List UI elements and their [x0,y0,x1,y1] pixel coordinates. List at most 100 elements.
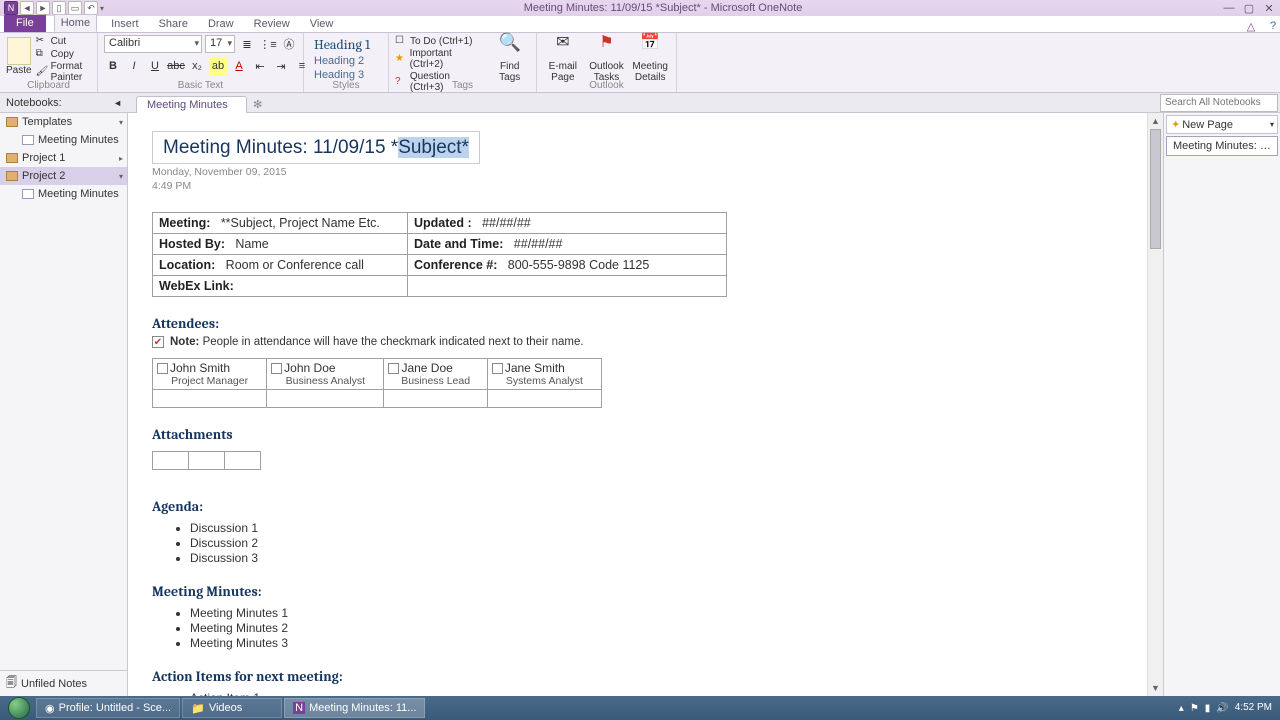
attendee-cell[interactable]: Jane SmithSystems Analyst [487,359,601,390]
bullets-button[interactable]: ≣ [238,35,256,53]
checked-checkbox-icon[interactable]: ✔ [152,336,164,348]
tray-flag-icon[interactable]: ⚑ [1190,703,1199,714]
attendee-cell[interactable]: John SmithProject Manager [153,359,267,390]
notebook-item[interactable]: Project 1 [0,149,127,167]
list-item[interactable]: Discussion 1 [190,521,1139,535]
indent-button[interactable]: ⇥ [272,57,290,75]
clear-formatting-button[interactable]: Ⓐ [280,35,298,53]
attachments-table[interactable] [152,451,261,470]
page-list-current[interactable]: Meeting Minutes: 11/09/15 *Su [1166,136,1278,156]
agenda-list[interactable]: Discussion 1Discussion 2Discussion 3 [190,521,1139,565]
subscript-button[interactable]: x₂ [188,57,206,75]
checkbox-icon[interactable] [388,363,399,374]
notebook-item[interactable]: Project 2 [0,167,127,185]
unfiled-notes-button[interactable]: 🗐 Unfiled Notes [0,670,127,696]
list-item[interactable]: Meeting Minutes 1 [190,606,1139,620]
fullscreen-button[interactable]: ▭ [68,1,82,15]
tray-up-icon[interactable]: ▴ [1179,703,1184,714]
undo-button[interactable]: ↶ [84,1,98,15]
list-item[interactable]: Meeting Minutes 2 [190,621,1139,635]
section-tab-meeting-minutes[interactable]: Meeting Minutes [136,96,247,113]
email-page-button[interactable]: ✉ E-mail Page [543,35,583,83]
scroll-down-arrow[interactable]: ▼ [1148,680,1163,696]
back-button[interactable]: ◄ [20,1,34,15]
tab-insert[interactable]: Insert [105,16,145,32]
onenote-task-icon: N [293,702,305,714]
cut-button[interactable]: ✂Cut [36,35,91,47]
paste-button[interactable]: Paste [6,35,32,76]
font-color-button[interactable]: A [230,57,248,75]
page-item[interactable]: Meeting Minutes [0,185,127,203]
file-tab[interactable]: File [4,15,46,32]
list-item[interactable]: Discussion 2 [190,536,1139,550]
page-item[interactable]: Meeting Minutes [0,131,127,149]
close-button[interactable]: ✕ [1262,2,1276,14]
help-button[interactable]: ? [1266,20,1280,32]
outdent-button[interactable]: ⇤ [251,57,269,75]
scroll-thumb[interactable] [1150,129,1161,249]
minimize-button[interactable]: — [1222,2,1236,14]
attendee-cell[interactable]: John DoeBusiness Analyst [267,359,384,390]
notebook-icon [6,171,18,181]
dock-button[interactable]: ▯ [52,1,66,15]
strike-button[interactable]: abc [167,57,185,75]
attendee-cell[interactable]: Jane DoeBusiness Lead [384,359,487,390]
numbering-button[interactable]: ⋮≡ [259,35,277,53]
bold-button[interactable]: B [104,57,122,75]
tag-important[interactable]: ★Important (Ctrl+2) [395,48,485,70]
forward-button[interactable]: ► [36,1,50,15]
start-button[interactable] [4,696,34,720]
copy-button[interactable]: ⧉Copy [36,48,91,60]
search-input[interactable] [1160,94,1278,112]
notebook-item[interactable]: Templates [0,113,127,131]
tag-todo[interactable]: ☐To Do (Ctrl+1) [395,35,485,47]
notebooks-header[interactable]: Notebooks:◄ [0,97,128,109]
outlook-tasks-button[interactable]: ⚑ Outlook Tasks [587,35,627,83]
search-box[interactable] [1160,94,1278,112]
list-item[interactable]: Discussion 3 [190,551,1139,565]
new-page-button[interactable]: ✦ New Page [1166,115,1278,134]
page-title-container[interactable]: Meeting Minutes: 11/09/15 *Subject* [152,131,480,164]
tab-review[interactable]: Review [248,16,296,32]
clock[interactable]: 4:52 PM [1235,703,1272,713]
checkbox-icon[interactable] [492,363,503,374]
checkbox-icon: ☐ [395,35,407,47]
tab-share[interactable]: Share [153,16,194,32]
brush-icon: 🖌 [36,66,48,78]
page-title[interactable]: Meeting Minutes: 11/09/15 *Subject* [163,136,469,159]
list-item[interactable]: Meeting Minutes 3 [190,636,1139,650]
style-heading2[interactable]: Heading 2 [310,54,368,68]
find-tags-button[interactable]: 🔍 Find Tags [489,35,530,83]
sparkle-icon: ✦ [1171,118,1180,131]
tab-view[interactable]: View [304,16,340,32]
scroll-up-arrow[interactable]: ▲ [1148,113,1163,129]
page-canvas[interactable]: Meeting Minutes: 11/09/15 *Subject* Mond… [128,113,1164,696]
minutes-list[interactable]: Meeting Minutes 1Meeting Minutes 2Meetin… [190,606,1139,650]
highlight-button[interactable]: ab [209,57,227,75]
meeting-info-table[interactable]: Meeting: **Subject, Project Name Etc. Up… [152,212,727,297]
add-section-button[interactable]: ✻ [249,97,267,113]
italic-button[interactable]: I [125,57,143,75]
checkbox-icon[interactable] [157,363,168,374]
selected-text[interactable]: Subject* [398,137,469,158]
tray-sound-icon[interactable]: 🔊 [1216,703,1228,714]
attendees-heading: Attendees: [152,315,1139,332]
taskbar-item-2[interactable]: NMeeting Minutes: 11... [284,698,425,718]
taskbar-item-0[interactable]: ◉Profile: Untitled - Sce... [36,698,180,718]
checkbox-icon[interactable] [271,363,282,374]
system-tray[interactable]: ▴ ⚑ ▮ 🔊 4:52 PM [1179,703,1276,714]
attendees-table[interactable]: John SmithProject ManagerJohn DoeBusines… [152,358,602,408]
tab-draw[interactable]: Draw [202,16,240,32]
tray-network-icon[interactable]: ▮ [1205,703,1211,714]
maximize-button[interactable]: ▢ [1242,2,1256,14]
minimize-ribbon-button[interactable]: △ [1244,20,1258,32]
font-name-combo[interactable]: Calibri [104,35,202,53]
vertical-scrollbar[interactable]: ▲ ▼ [1147,113,1163,696]
underline-button[interactable]: U [146,57,164,75]
onenote-icon[interactable]: N [4,1,18,15]
meeting-details-button[interactable]: 📅 Meeting Details [630,35,670,83]
taskbar-item-1[interactable]: 📁Videos [182,698,282,718]
style-heading1[interactable]: Heading 1 [310,35,374,54]
tab-home[interactable]: Home [54,14,97,32]
font-size-combo[interactable]: 17 [205,35,235,53]
